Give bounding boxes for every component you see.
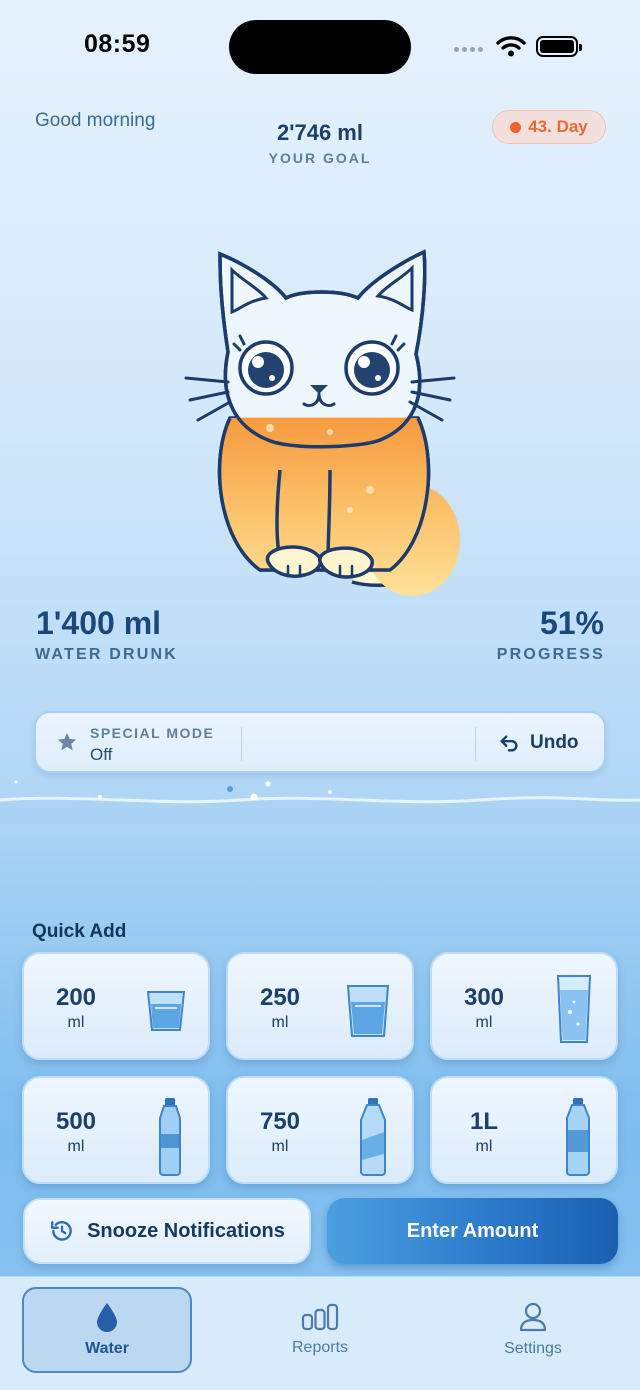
quick-add-unit: ml — [271, 1014, 289, 1031]
small-glass-icon — [146, 991, 186, 1031]
water-drunk-label: WATER DRUNK — [35, 646, 179, 663]
dynamic-island — [229, 20, 411, 74]
day-badge-label: 43. Day — [528, 117, 588, 136]
battery-icon — [536, 36, 582, 57]
undo-button[interactable]: Undo — [530, 732, 579, 754]
history-clock-icon — [51, 1221, 72, 1241]
tab-reports[interactable]: Reports — [235, 1287, 405, 1373]
goal-label: YOUR GOAL — [268, 150, 372, 166]
tall-glass-icon — [556, 975, 592, 1043]
enter-amount-button[interactable]: Enter Amount — [327, 1198, 618, 1264]
quick-add-1l-button[interactable]: 1L ml — [430, 1076, 618, 1184]
quick-add-300ml-button[interactable]: 300 ml — [430, 952, 618, 1060]
star-icon — [57, 732, 77, 751]
water-surface-decoration — [0, 780, 640, 826]
progress-value: 51% — [539, 605, 604, 641]
special-mode-bar[interactable]: SPECIAL MODE Off Undo — [34, 711, 606, 773]
wifi-icon — [496, 36, 526, 57]
status-time: 08:59 — [84, 30, 151, 58]
quick-add-amount: 300 — [463, 984, 505, 1011]
tab-bar: Water Reports Settings — [0, 1276, 640, 1390]
tab-water-label: Water — [85, 1340, 129, 1357]
quick-add-amount: 500 — [55, 1108, 97, 1135]
cellular-signal-icon — [454, 47, 483, 52]
person-icon — [519, 1302, 547, 1332]
undo-icon[interactable] — [498, 732, 520, 754]
quick-add-unit: ml — [271, 1138, 289, 1155]
water-drunk-value: 1'400 ml — [36, 605, 162, 641]
quick-add-200ml-button[interactable]: 200 ml — [22, 952, 210, 1060]
quick-add-amount: 250 — [259, 984, 301, 1011]
special-mode-value: Off — [90, 745, 113, 764]
cat-water-illustration — [184, 249, 460, 596]
snooze-notifications-button[interactable]: Snooze Notifications — [23, 1198, 311, 1264]
quick-add-unit: ml — [475, 1014, 493, 1031]
bar-chart-icon — [301, 1303, 339, 1331]
quick-add-title: Quick Add — [32, 921, 127, 942]
badge-dot-icon — [510, 121, 522, 133]
quick-add-750ml-button[interactable]: 750 ml — [226, 1076, 414, 1184]
quick-add-250ml-button[interactable]: 250 ml — [226, 952, 414, 1060]
tab-reports-label: Reports — [291, 1339, 349, 1356]
water-drop-icon — [97, 1303, 117, 1332]
large-bottle-icon — [566, 1098, 590, 1176]
quick-add-unit: ml — [67, 1138, 85, 1155]
tab-water[interactable]: Water — [22, 1287, 192, 1373]
quick-add-amount: 1L — [469, 1108, 498, 1135]
small-bottle-icon — [159, 1098, 181, 1176]
progress-label: PROGRESS — [496, 646, 605, 663]
quick-add-amount: 750 — [259, 1108, 301, 1135]
quick-add-grid: 200 ml 250 ml 300 ml 500 ml 750 ml 1L ml — [22, 952, 618, 1184]
quick-add-amount: 200 — [55, 984, 97, 1011]
quick-add-500ml-button[interactable]: 500 ml — [22, 1076, 210, 1184]
quick-add-unit: ml — [67, 1014, 85, 1031]
day-streak-badge: 43. Day — [492, 110, 606, 144]
bottle-icon — [360, 1098, 386, 1176]
special-mode-label: SPECIAL MODE — [90, 725, 215, 741]
tab-settings-label: Settings — [504, 1340, 562, 1357]
tab-settings[interactable]: Settings — [448, 1287, 618, 1373]
divider — [241, 727, 242, 761]
glass-icon — [346, 985, 390, 1037]
snooze-label: Snooze Notifications — [87, 1219, 285, 1242]
divider — [475, 727, 476, 761]
quick-add-unit: ml — [475, 1138, 493, 1155]
